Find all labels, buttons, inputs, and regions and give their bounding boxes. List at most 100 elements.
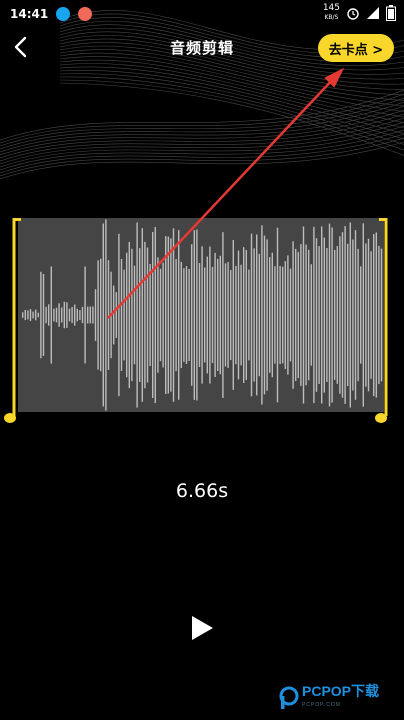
waveform-bar bbox=[84, 266, 86, 364]
waveform-bar bbox=[375, 232, 377, 398]
waveform-bar bbox=[365, 243, 367, 387]
waveform-bar bbox=[50, 266, 52, 364]
watermark-subtext: PCPOP.COM bbox=[302, 702, 341, 708]
waveform-bar bbox=[105, 219, 107, 411]
waveform-bar bbox=[206, 256, 208, 374]
waveform-bar bbox=[211, 266, 214, 364]
waveform-bar bbox=[170, 238, 172, 392]
waveform-bar bbox=[336, 246, 338, 384]
waveform-bar bbox=[74, 304, 76, 326]
waveform-bar bbox=[178, 230, 180, 400]
waveform-bar bbox=[245, 250, 247, 380]
duration-label: 6.66s bbox=[175, 480, 229, 502]
waveform-bar bbox=[287, 255, 289, 375]
waveform-bar bbox=[149, 264, 151, 366]
waveform-bar bbox=[217, 258, 219, 371]
waveform-bar bbox=[284, 261, 286, 369]
waveform-bar bbox=[165, 236, 167, 394]
waveform-bar bbox=[154, 227, 156, 403]
waveform-bar bbox=[282, 266, 284, 364]
waveform bbox=[4, 218, 388, 423]
waveform-bar bbox=[240, 264, 242, 366]
waveform-bar bbox=[92, 306, 94, 324]
waveform-bar bbox=[152, 231, 154, 398]
waveform-bar bbox=[139, 248, 141, 382]
waveform-bar bbox=[24, 310, 26, 321]
waveform-bar bbox=[29, 309, 32, 321]
waveform-bar bbox=[63, 301, 65, 329]
net-speed: 145 KB/S bbox=[323, 4, 340, 22]
waveform-bar bbox=[289, 268, 292, 362]
waveform-bar bbox=[89, 306, 91, 324]
qq-icon bbox=[56, 7, 71, 21]
status-bar: 14:41 145 KB/S bbox=[0, 0, 404, 28]
waveform-bar bbox=[354, 230, 357, 400]
waveform-bar bbox=[258, 253, 260, 377]
waveform-bar bbox=[297, 251, 299, 379]
waveform-bar bbox=[159, 268, 162, 362]
waveform-bar bbox=[367, 238, 370, 392]
waveform-bar bbox=[214, 252, 216, 377]
waveform-bar bbox=[22, 312, 24, 318]
waveform-bar bbox=[193, 230, 195, 400]
waveform-bar bbox=[102, 223, 104, 407]
waveform-bar bbox=[256, 234, 258, 396]
waveform-bar bbox=[81, 306, 84, 324]
waveform-bar bbox=[172, 228, 175, 402]
waveform-bar bbox=[328, 223, 331, 407]
waveform-bar bbox=[87, 306, 89, 324]
waveform-bar bbox=[66, 302, 68, 328]
waveform-bar bbox=[248, 269, 250, 361]
waveform-bar bbox=[339, 236, 341, 394]
waveform-bar bbox=[120, 259, 123, 371]
waveform-bar bbox=[295, 248, 297, 382]
waveform-bar bbox=[360, 266, 362, 364]
waveform-bar bbox=[250, 233, 253, 397]
nav-bar: 音频剪辑 去卡点 > bbox=[0, 28, 404, 68]
waveform-bar bbox=[224, 263, 227, 367]
battery-icon bbox=[386, 5, 396, 21]
waveform-bar bbox=[27, 310, 29, 320]
waveform-bar bbox=[269, 257, 271, 373]
waveform-bar bbox=[232, 240, 234, 390]
waveform-bar bbox=[123, 269, 125, 361]
left-trim-handle[interactable] bbox=[4, 218, 21, 423]
waveform-bar bbox=[40, 271, 42, 359]
waveform-bar bbox=[55, 307, 58, 323]
watermark-text: PCPOP下载 bbox=[302, 683, 380, 699]
waveform-bar bbox=[37, 312, 39, 318]
waveform-bar bbox=[196, 229, 198, 401]
play-button[interactable] bbox=[186, 612, 218, 644]
waveform-bar bbox=[370, 251, 372, 379]
waveform-bar bbox=[53, 308, 55, 322]
waveform-bar bbox=[344, 226, 346, 404]
waveform-bar bbox=[318, 246, 320, 384]
waveform-bar bbox=[362, 223, 364, 407]
waveform-bar bbox=[198, 263, 201, 367]
waveform-bar bbox=[110, 271, 112, 359]
waveform-bar bbox=[180, 261, 182, 369]
waveform-bar bbox=[308, 249, 310, 381]
waveform-bar bbox=[188, 269, 190, 361]
waveform-bar bbox=[237, 250, 240, 380]
waveform-editor[interactable] bbox=[0, 210, 404, 430]
waveform-bar bbox=[266, 239, 268, 391]
watermark-logo: PCPOP下载 PCPOP.COM bbox=[278, 684, 379, 712]
waveform-bar bbox=[162, 262, 164, 368]
waveform-bar bbox=[113, 285, 115, 345]
net-speed-unit: KB/S bbox=[324, 14, 339, 21]
waveform-bar bbox=[204, 267, 206, 363]
waveform-bar bbox=[144, 241, 146, 389]
waveform-bar bbox=[94, 289, 97, 341]
waveform-bar bbox=[45, 306, 47, 324]
waveform-bar bbox=[310, 264, 312, 366]
waveform-bar bbox=[378, 245, 380, 385]
waveform-bar bbox=[175, 259, 177, 372]
waveform-bar bbox=[331, 227, 333, 403]
waveform-bar bbox=[321, 226, 323, 404]
waveform-bar bbox=[42, 274, 45, 356]
goto-beat-button[interactable]: 去卡点 > bbox=[318, 34, 394, 62]
waveform-bar bbox=[334, 250, 336, 380]
waveform-bar bbox=[191, 244, 193, 386]
waveform-bar bbox=[227, 262, 229, 368]
